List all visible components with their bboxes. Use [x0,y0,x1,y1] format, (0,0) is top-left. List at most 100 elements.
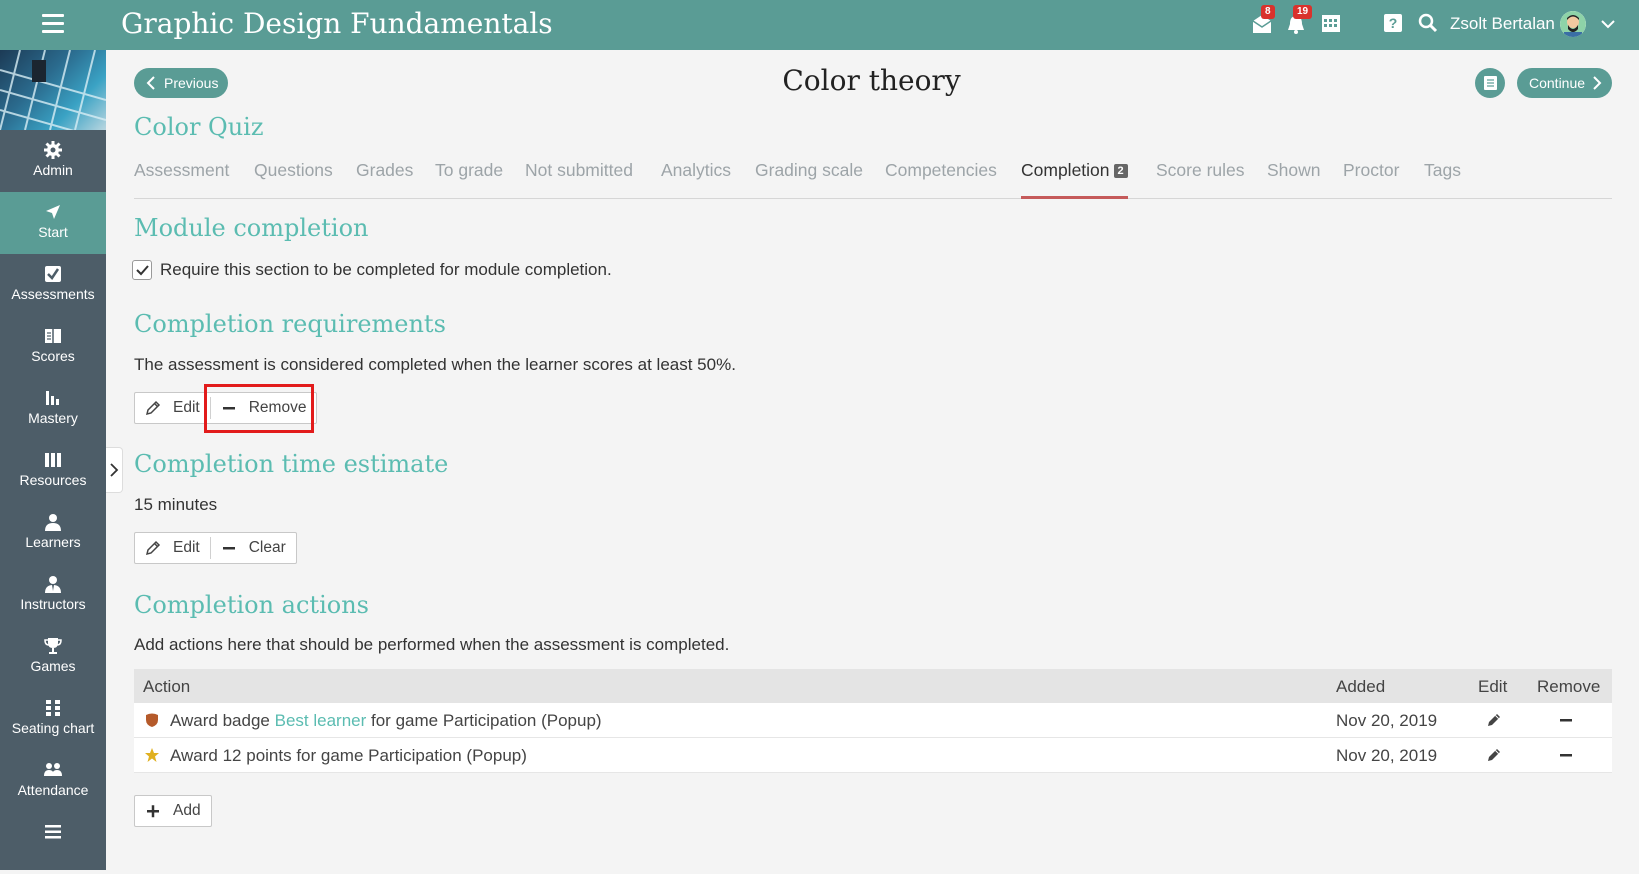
sidebar-item-scores[interactable]: Scores [0,316,106,378]
chevron-down-icon[interactable] [1600,16,1616,32]
sidebar-item-label: Scores [31,348,75,364]
chevron-right-icon [1593,76,1602,90]
continue-label: Continue [1529,75,1586,91]
badge-link[interactable]: Best learner [275,711,367,730]
attendance-group-icon [44,763,62,776]
sidebar-item-label: Assessments [11,286,95,302]
edit-label: Edit [173,539,200,556]
sidebar-item-instructors[interactable]: Instructors [0,564,106,626]
sidebar-item-games[interactable]: Games [0,626,106,688]
tab-completion[interactable]: Completion 2 [1021,160,1128,199]
remove-label: Remove [248,399,307,416]
avatar[interactable] [1560,11,1586,37]
sidebar-item-label: Resources [19,472,87,488]
sidebar-item-mastery[interactable]: Mastery [0,378,106,440]
checkmark-icon [136,265,149,276]
user-name[interactable]: Zsolt Bertalan [1450,14,1555,34]
tab-grades[interactable]: Grades [356,160,413,196]
tab-score-rules[interactable]: Score rules [1156,160,1245,196]
sidebar-item-attendance[interactable]: Attendance [0,750,106,812]
add-label: Add [173,802,201,819]
top-bar: Graphic Design Fundamentals 8 19 ? Zsolt… [0,0,1639,50]
completion-actions-text: Add actions here that should be performe… [134,635,730,654]
previous-button[interactable]: Previous [134,68,228,98]
tab-assessment[interactable]: Assessment [134,160,229,196]
quiz-title[interactable]: Color Quiz [134,113,264,141]
action-prefix: Award 12 points for game Participation (… [170,746,527,765]
continue-button[interactable]: Continue [1517,68,1612,98]
add-action-button[interactable]: Add [135,796,211,826]
clear-time-estimate-button[interactable]: Clear [211,533,296,563]
chevron-right-icon [110,463,119,477]
assessments-check-icon [45,266,61,282]
tab-completion-badge: 2 [1113,164,1128,178]
menu-icon[interactable] [42,14,64,34]
added-date: Nov 20, 2019 [1336,711,1438,730]
tab-to-grade[interactable]: To grade [435,160,503,196]
course-title[interactable]: Graphic Design Fundamentals [121,7,553,40]
remove-requirements-button[interactable]: Remove [211,393,317,423]
tab-questions[interactable]: Questions [254,160,333,196]
pencil-icon[interactable] [1486,747,1502,763]
sidebar-item-admin[interactable]: Admin [0,130,106,192]
add-action-button-group: Add [134,795,212,827]
notebook-icon [1484,76,1497,90]
learner-person-icon [45,514,61,531]
table-row: Award 12 points for game Participation (… [134,738,1612,773]
instructor-person-icon [45,576,61,593]
edit-time-estimate-button[interactable]: Edit [135,533,210,563]
sidebar-item-label: Mastery [28,410,78,426]
notifications-badge: 19 [1293,5,1313,19]
sidebar-item-more[interactable] [0,812,106,874]
pencil-icon[interactable] [1486,712,1502,728]
minus-icon[interactable] [1558,747,1574,763]
calendar-icon[interactable] [1321,13,1343,35]
start-arrow-icon [46,205,60,219]
sidebar-item-seating-chart[interactable]: Seating chart [0,688,106,750]
sidebar-item-learners[interactable]: Learners [0,502,106,564]
module-completion-heading: Module completion [134,214,369,242]
sidebar-item-start[interactable]: Start [0,192,106,254]
action-description: Award 12 points for game Participation (… [170,746,527,766]
tab-tags[interactable]: Tags [1424,160,1461,196]
sidebar-item-label: Instructors [20,596,86,612]
svg-text:?: ? [1389,15,1398,31]
tab-analytics[interactable]: Analytics [661,160,731,196]
sidebar: Admin Start Assessments Scores Mastery R… [0,50,106,870]
module-completion-label: Require this section to be completed for… [160,260,612,279]
column-header-action: Action [143,677,191,696]
tab-shown[interactable]: Shown [1267,160,1321,196]
messages-badge: 8 [1261,5,1275,19]
course-thumbnail[interactable] [0,50,106,130]
search-icon[interactable] [1418,13,1440,35]
module-completion-checkbox[interactable] [132,260,152,280]
seating-chart-icon [46,700,60,716]
completion-requirements-heading: Completion requirements [134,310,446,338]
completion-actions-heading: Completion actions [134,591,369,619]
mastery-chart-icon [46,391,59,405]
minus-icon[interactable] [1558,712,1574,728]
sidebar-item-resources[interactable]: Resources [0,440,106,502]
trophy-icon [44,638,62,654]
help-icon[interactable]: ? [1383,13,1405,35]
resources-books-icon [45,453,61,467]
tab-competencies[interactable]: Competencies [885,160,997,196]
sidebar-item-label: Admin [33,162,73,178]
badge-shield-icon [146,713,158,727]
notes-button[interactable] [1475,68,1505,98]
messages-icon[interactable]: 8 [1251,5,1275,35]
sidebar-item-assessments[interactable]: Assessments [0,254,106,316]
time-estimate-button-group: Edit Clear [134,532,297,564]
sidebar-item-label: Games [30,658,76,674]
table-header: Action Added Edit Remove [134,669,1612,703]
sidebar-item-label: Attendance [17,782,89,798]
plus-icon [147,805,159,818]
tab-grading-scale[interactable]: Grading scale [755,160,863,196]
notifications-bell-icon[interactable]: 19 [1285,5,1313,35]
gear-icon [44,141,62,159]
tab-not-submitted[interactable]: Not submitted [525,160,633,196]
tab-proctor[interactable]: Proctor [1343,160,1399,196]
sidebar-expand-toggle[interactable] [106,447,123,493]
edit-requirements-button[interactable]: Edit [135,393,210,423]
list-icon [45,825,61,839]
